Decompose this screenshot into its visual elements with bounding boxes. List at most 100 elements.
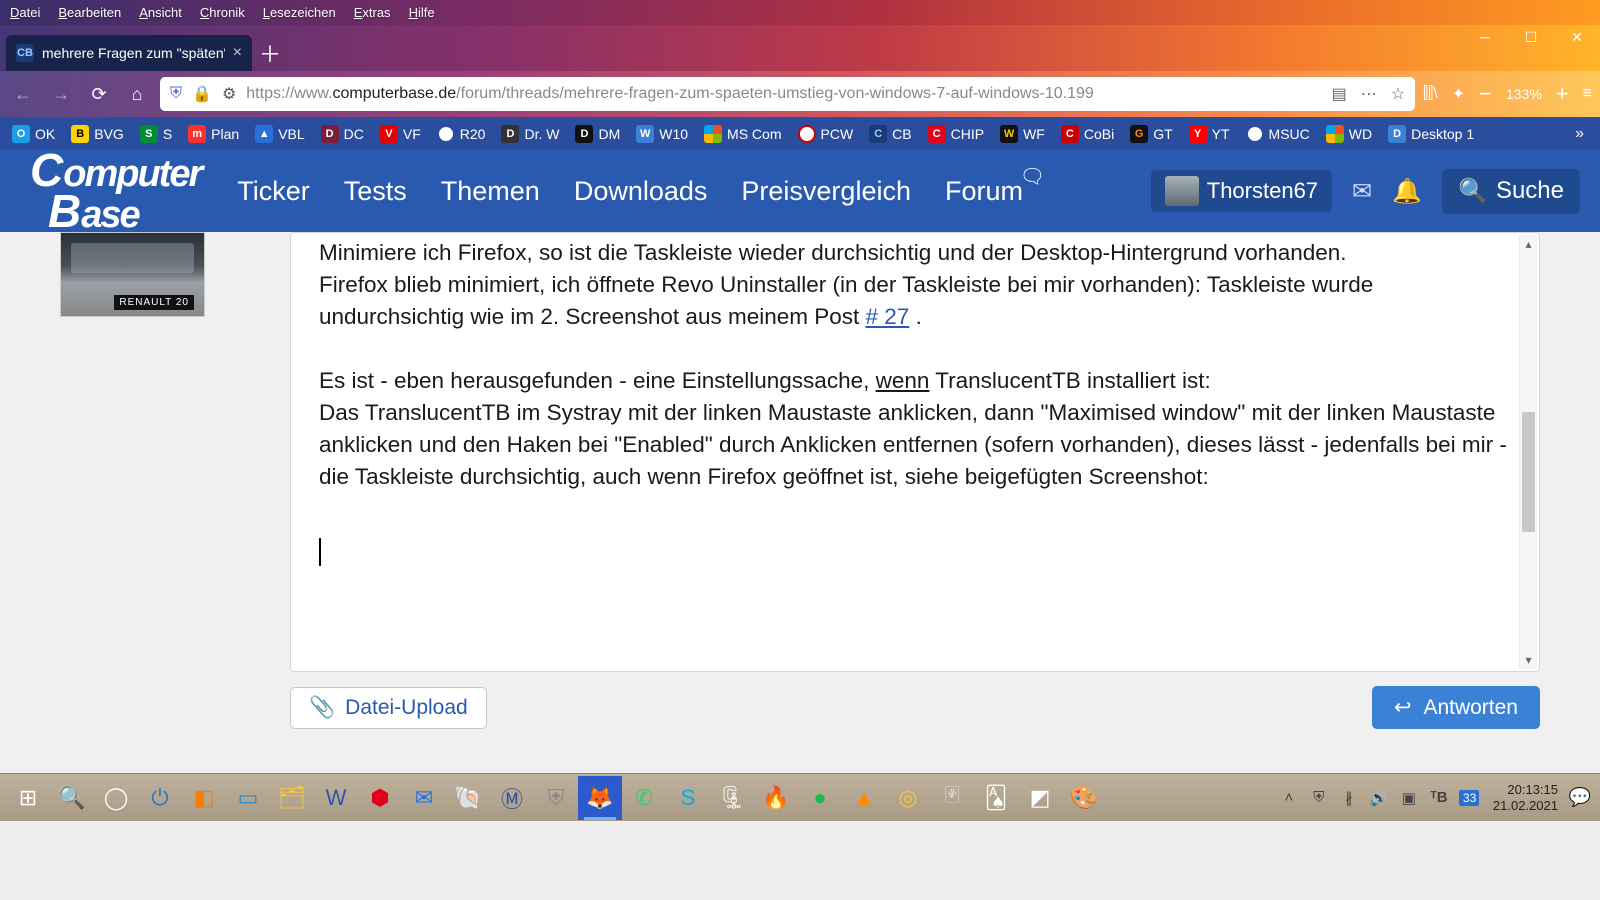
mail-icon[interactable]: ✉ (402, 776, 446, 820)
tray-chevron-icon[interactable]: ˄ (1279, 789, 1299, 806)
start-button[interactable]: ⊞ (6, 776, 50, 820)
bookmark-item[interactable]: OOK (8, 125, 59, 143)
menu-chronik[interactable]: Chronik (200, 5, 245, 20)
pdf-icon[interactable]: ⬢ (358, 776, 402, 820)
power-icon[interactable]: ⏻ (138, 776, 182, 820)
nav-reload-button[interactable]: ⟳ (84, 79, 114, 109)
permissions-icon[interactable]: ⚙ (222, 84, 236, 104)
extensions-icon[interactable]: ✦ (1452, 84, 1465, 104)
taskbar-clock[interactable]: 20:13:15 21.02.2021 (1485, 782, 1566, 813)
nav-downloads[interactable]: Downloads (574, 176, 708, 207)
app-icon[interactable]: 🗜 (710, 776, 754, 820)
menu-extras[interactable]: Extras (354, 5, 391, 20)
tab-close-icon[interactable]: × (233, 44, 242, 62)
app-icon[interactable]: ◩ (1018, 776, 1062, 820)
word-icon[interactable]: W (314, 776, 358, 820)
user-menu[interactable]: Thorsten67 (1151, 170, 1332, 212)
explorer-icon[interactable]: 🗂 (270, 776, 314, 820)
author-avatar[interactable]: RENAULT 20 (60, 232, 205, 317)
messages-icon[interactable]: ✉ (1352, 177, 1372, 206)
bookmark-item[interactable]: MSUC (1242, 125, 1314, 143)
menu-datei[interactable]: Datei (10, 5, 40, 20)
bookmark-item[interactable]: DDC (317, 125, 368, 143)
bookmark-item[interactable]: mPlan (184, 125, 243, 143)
bookmark-item[interactable]: WW10 (632, 125, 692, 143)
app-icon[interactable]: Ⓜ (490, 776, 534, 820)
search-button[interactable]: 🔍 Suche (1442, 169, 1580, 214)
zoom-level[interactable]: 133% (1506, 86, 1542, 102)
bookmark-item[interactable]: WWF (996, 125, 1049, 143)
nav-preisvergleich[interactable]: Preisvergleich (741, 176, 911, 207)
nav-tests[interactable]: Tests (344, 176, 407, 207)
skype-icon[interactable]: S (666, 776, 710, 820)
app-menu-icon[interactable]: ≡ (1583, 85, 1592, 103)
reply-submit-button[interactable]: ↩ Antworten (1372, 686, 1540, 729)
bookmark-item[interactable]: DDesktop 1 (1384, 125, 1478, 143)
bookmark-item[interactable]: DDr. W (497, 125, 563, 143)
window-close-icon[interactable]: ✕ (1554, 27, 1600, 47)
app-icon[interactable]: 🂡 (974, 776, 1018, 820)
bookmark-item[interactable]: SS (136, 125, 176, 143)
notifications-icon[interactable]: 🔔 (1392, 177, 1422, 206)
scroll-thumb[interactable] (1522, 412, 1535, 532)
taskview-icon[interactable]: ◯ (94, 776, 138, 820)
bookmark-item[interactable]: VVF (376, 125, 425, 143)
app-icon[interactable]: ◧ (182, 776, 226, 820)
zoom-out-icon[interactable]: − (1479, 81, 1492, 107)
nav-home-button[interactable]: ⌂ (122, 79, 152, 109)
scroll-up-icon[interactable]: ▴ (1520, 235, 1537, 253)
bookmark-star-icon[interactable]: ☆ (1391, 84, 1405, 104)
bookmark-item[interactable]: DDM (571, 125, 624, 143)
menu-lesezeichen[interactable]: Lesezeichen (263, 5, 336, 20)
lock-icon[interactable]: 🔒 (192, 84, 212, 104)
shield-icon[interactable]: ⛨ (170, 85, 182, 103)
nav-ticker[interactable]: Ticker (237, 176, 310, 207)
menu-bearbeiten[interactable]: Bearbeiten (58, 5, 121, 20)
zoom-in-icon[interactable]: + (1556, 81, 1569, 107)
bookmarks-overflow-icon[interactable]: » (1567, 125, 1592, 143)
library-icon[interactable]: ⫿⫿\ (1423, 85, 1438, 103)
action-center-icon[interactable]: 💬 (1566, 787, 1594, 808)
search-tb-icon[interactable]: 🔍 (50, 776, 94, 820)
bookmark-item[interactable]: BBVG (67, 125, 128, 143)
bookmark-item[interactable]: WD (1322, 125, 1376, 143)
firefox-taskbar-icon[interactable]: 🦊 (578, 776, 622, 820)
app-icon[interactable]: 🎨 (1062, 776, 1106, 820)
spotify-icon[interactable]: ● (798, 776, 842, 820)
menu-hilfe[interactable]: Hilfe (409, 5, 435, 20)
tray-volume-icon[interactable]: 🔊 (1369, 789, 1389, 807)
app-icon[interactable]: ▭ (226, 776, 270, 820)
bookmark-item[interactable]: CCoBi (1057, 125, 1118, 143)
menu-ansicht[interactable]: Ansicht (139, 5, 182, 20)
nav-themen[interactable]: Themen (441, 176, 540, 207)
defender-icon[interactable]: ⛨ (534, 776, 578, 820)
scroll-down-icon[interactable]: ▾ (1520, 651, 1537, 669)
tray-translucenttb-icon[interactable]: ᵀB (1429, 789, 1449, 806)
editor-content[interactable]: Minimiere ich Firefox, so ist die Taskle… (291, 233, 1539, 671)
bookmark-item[interactable]: CCHIP (924, 125, 988, 143)
tray-badge[interactable]: 33 (1459, 790, 1479, 806)
nav-forum[interactable]: Forum🗨 (945, 176, 1023, 207)
post-link-27[interactable]: # 27 (866, 304, 910, 329)
app-icon[interactable]: 🔥 (754, 776, 798, 820)
page-actions-icon[interactable]: ⋯ (1361, 84, 1377, 104)
tray-security-icon[interactable]: ⛨ (1309, 789, 1329, 806)
site-logo[interactable]: Computer Base (30, 150, 201, 233)
bookmark-item[interactable]: GGT (1126, 125, 1176, 143)
nav-forward-button[interactable]: → (46, 79, 76, 109)
address-bar[interactable]: ⛨ 🔒 ⚙ https://www.computerbase.de/forum/… (160, 77, 1415, 111)
app-icon[interactable]: 🂿 (930, 776, 974, 820)
editor-scrollbar[interactable]: ▴ ▾ (1519, 235, 1537, 669)
bookmark-item[interactable]: CCB (865, 125, 915, 143)
tray-app-icon[interactable]: ▣ (1399, 789, 1419, 807)
tray-bluetooth-icon[interactable]: ∦ (1339, 789, 1359, 807)
file-upload-button[interactable]: 📎 Datei-Upload (290, 687, 487, 729)
app-icon[interactable]: ◎ (886, 776, 930, 820)
bookmark-item[interactable]: R20 (433, 125, 490, 143)
bookmark-item[interactable]: ▲VBL (251, 125, 308, 143)
vlc-icon[interactable]: ▲ (842, 776, 886, 820)
bookmark-item[interactable]: PCW (794, 125, 858, 143)
new-tab-button[interactable]: ＋ (252, 35, 288, 71)
bookmark-item[interactable]: MS Com (700, 125, 785, 143)
system-tray[interactable]: ˄ ⛨ ∦ 🔊 ▣ ᵀB 33 (1279, 789, 1485, 807)
